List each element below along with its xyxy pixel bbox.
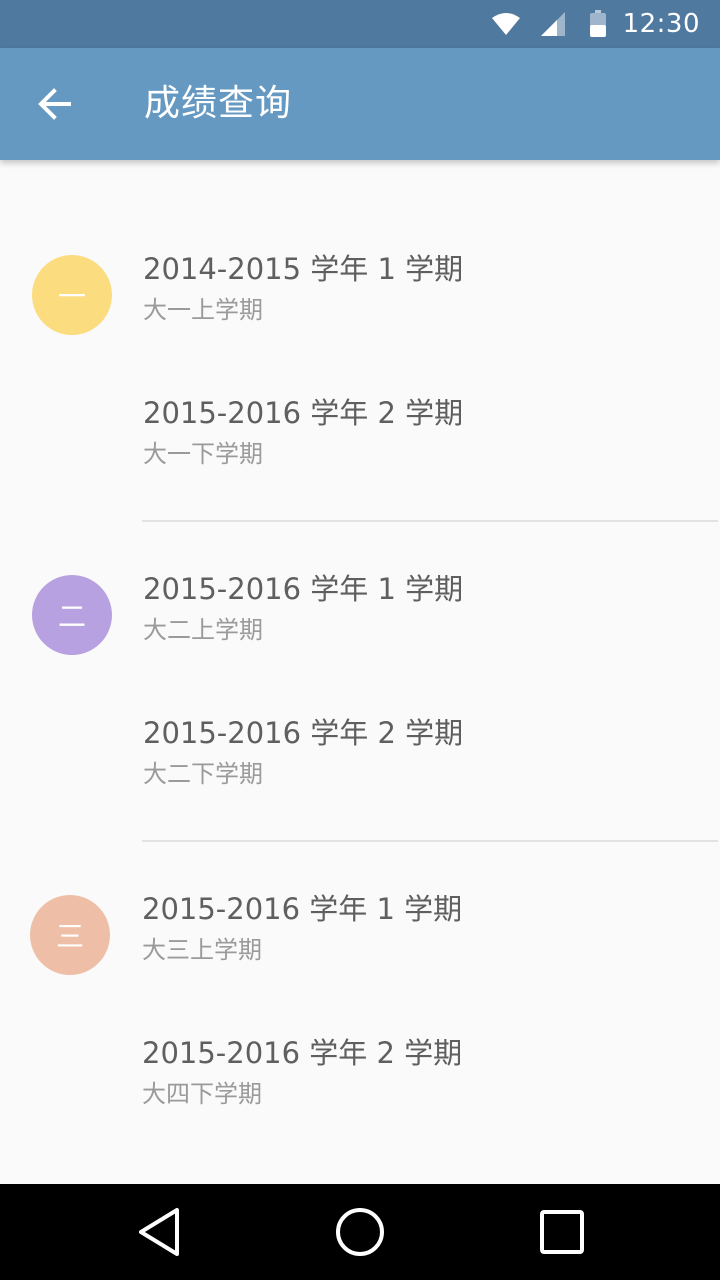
nav-recents-button[interactable] [502, 1184, 622, 1280]
back-button[interactable] [18, 68, 90, 140]
list-item[interactable]: 2015-2016 学年 2 学期 大二下学期 [143, 713, 463, 791]
recents-square-icon [540, 1210, 584, 1254]
back-triangle-icon [139, 1208, 179, 1256]
nav-home-button[interactable] [300, 1184, 420, 1280]
year-badge: 三 [30, 895, 110, 975]
semester-title: 2015-2016 学年 1 学期 [142, 892, 463, 926]
semester-title: 2015-2016 学年 2 学期 [142, 1036, 463, 1070]
nav-back-button[interactable] [100, 1184, 220, 1280]
list-item[interactable]: 2015-2016 学年 1 学期 大三上学期 [142, 889, 462, 967]
home-circle-icon [336, 1208, 384, 1256]
cell-signal-icon [540, 12, 565, 36]
semester-subtitle: 大二下学期 [143, 760, 263, 788]
status-icons: 12:30 [491, 0, 700, 48]
semester-list: 一 2014-2015 学年 1 学期 大一上学期 2015-2016 学年 2… [0, 160, 720, 1184]
semester-title: 2014-2015 学年 1 学期 [143, 252, 464, 286]
semester-subtitle: 大二上学期 [143, 616, 263, 644]
list-item[interactable]: 2014-2015 学年 1 学期 大一上学期 [143, 249, 463, 327]
page-title: 成绩查询 [144, 83, 293, 124]
semester-title: 2015-2016 学年 2 学期 [143, 396, 464, 430]
divider [142, 840, 718, 842]
semester-subtitle: 大四下学期 [142, 1080, 262, 1108]
app-bar: 成绩查询 [0, 48, 720, 160]
wifi-icon [491, 13, 520, 35]
arrow-left-icon [38, 88, 71, 120]
semester-title: 2015-2016 学年 2 学期 [143, 716, 464, 750]
battery-icon [589, 10, 606, 37]
list-item[interactable]: 2015-2016 学年 1 学期 大二上学期 [143, 569, 463, 647]
list-item[interactable]: 2015-2016 学年 2 学期 大四下学期 [142, 1033, 462, 1111]
semester-subtitle: 大一下学期 [143, 440, 263, 468]
year-badge: 一 [32, 255, 112, 335]
status-time: 12:30 [622, 9, 700, 39]
navigation-bar [0, 1184, 720, 1280]
status-bar: 12:30 [0, 0, 720, 48]
divider [142, 520, 718, 522]
semester-title: 2015-2016 学年 1 学期 [143, 572, 464, 606]
semester-subtitle: 大一上学期 [143, 296, 263, 324]
list-item[interactable]: 2015-2016 学年 2 学期 大一下学期 [143, 393, 463, 471]
semester-subtitle: 大三上学期 [142, 936, 262, 964]
year-badge: 二 [32, 575, 112, 655]
